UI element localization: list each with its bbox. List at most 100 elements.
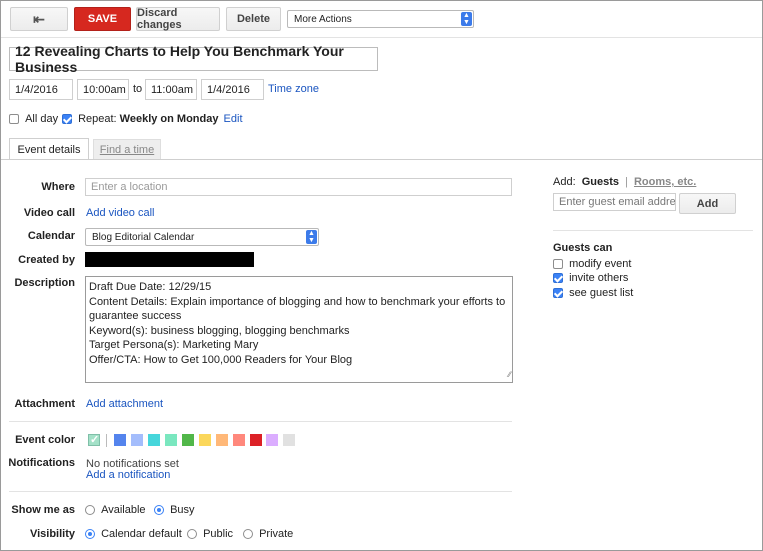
private-radio[interactable] <box>243 529 253 540</box>
select-arrow-icon: ▲ ▼ <box>306 230 317 244</box>
start-date-input[interactable]: 1/4/2016 <box>9 79 73 100</box>
to-label: to <box>133 83 143 95</box>
calendar-select[interactable]: Blog Editorial Calendar ▲ ▼ <box>85 228 319 246</box>
all-day-label: All day <box>25 113 59 125</box>
calendar-label: Calendar <box>27 230 75 242</box>
guests-tab[interactable]: Guests <box>582 176 619 188</box>
all-day-row: All day <box>9 113 58 125</box>
event-title-input[interactable]: 12 Revealing Charts to Help You Benchmar… <box>9 43 378 75</box>
description-textarea[interactable]: Draft Due Date: 12/29/15 Content Details… <box>85 276 513 383</box>
where-placeholder: Enter a location <box>91 181 168 193</box>
see-guest-list-label: see guest list <box>569 287 634 299</box>
private-label: Private <box>259 528 294 540</box>
resize-grip-icon[interactable]: ∕∕ <box>508 368 511 383</box>
video-call-label: Video call <box>23 207 75 219</box>
color-swatch[interactable] <box>250 434 262 446</box>
invite-others-checkbox[interactable] <box>553 273 563 284</box>
calendar-default-option[interactable]: Calendar default <box>85 528 182 540</box>
calendar-default-label: Calendar default <box>101 528 182 540</box>
color-swatch[interactable] <box>233 434 245 446</box>
color-swatch[interactable] <box>283 434 295 446</box>
end-time-input[interactable]: 11:00am <box>145 79 197 100</box>
tabs-divider <box>1 159 762 160</box>
color-swatch[interactable] <box>131 434 143 446</box>
description-line: Keyword(s): business blogging, blogging … <box>89 324 350 337</box>
description-line: Offer/CTA: How to Get 100,000 Readers fo… <box>89 353 353 366</box>
available-radio[interactable] <box>85 505 95 516</box>
color-swatch[interactable] <box>165 434 177 446</box>
public-radio[interactable] <box>187 529 197 540</box>
available-option[interactable]: Available <box>85 504 146 516</box>
modify-event-row: modify event <box>553 258 631 270</box>
back-button[interactable]: ⇤ <box>10 7 68 31</box>
repeat-value: Weekly on Monday <box>119 113 219 125</box>
repeat-checkbox[interactable] <box>62 114 72 125</box>
end-date-input[interactable]: 1/4/2016 <box>201 79 264 100</box>
repeat-label: Repeat: <box>78 113 117 125</box>
color-swatch[interactable] <box>114 434 126 446</box>
busy-radio[interactable] <box>154 505 164 516</box>
check-icon: ✓ <box>90 434 100 446</box>
invite-others-row: invite others <box>553 272 628 284</box>
created-by-label: Created by <box>18 254 75 266</box>
rooms-tab[interactable]: Rooms, etc. <box>634 176 696 188</box>
color-swatch[interactable] <box>266 434 278 446</box>
description-line: Target Persona(s): Marketing Mary <box>89 339 259 351</box>
color-swatch[interactable] <box>182 434 194 446</box>
toolbar-divider <box>1 37 762 38</box>
tab-find-a-time[interactable]: Find a time <box>93 139 161 160</box>
attachment-label: Attachment <box>14 398 75 410</box>
time-zone-link[interactable]: Time zone <box>268 83 319 95</box>
selected-color-swatch[interactable]: ✓ <box>88 434 100 446</box>
show-me-as-label: Show me as <box>11 504 75 516</box>
add-label: Add: <box>553 176 576 188</box>
public-label: Public <box>203 528 234 540</box>
redacted-creator <box>85 252 254 267</box>
guest-email-placeholder: Enter guest email address <box>559 196 676 208</box>
where-label: Where <box>41 181 75 193</box>
guests-header: Add: Guests | Rooms, etc. <box>553 176 696 188</box>
divider <box>553 230 753 231</box>
where-input[interactable]: Enter a location <box>85 178 512 196</box>
modify-event-checkbox[interactable] <box>553 259 563 270</box>
tab-separator: | <box>625 176 628 188</box>
description-line: Draft Due Date: 12/29/15 <box>89 281 212 293</box>
more-actions-select[interactable]: More Actions ▲ ▼ <box>287 10 474 28</box>
description-line: Content Details: Explain importance of b… <box>89 295 506 308</box>
see-guest-list-row: see guest list <box>553 287 633 299</box>
calendar-value: Blog Editorial Calendar <box>92 231 195 243</box>
back-arrow-icon: ⇤ <box>33 10 45 27</box>
add-notification-link[interactable]: Add a notification <box>86 469 170 481</box>
color-swatch[interactable] <box>148 434 160 446</box>
see-guest-list-checkbox[interactable] <box>553 288 563 299</box>
description-label: Description <box>14 277 75 289</box>
busy-option[interactable]: Busy <box>154 504 195 516</box>
tab-event-details-label: Event details <box>17 143 81 156</box>
guests-can-heading: Guests can <box>553 242 613 254</box>
description-line: guarantee success <box>89 310 182 322</box>
save-button[interactable]: SAVE <box>74 7 131 31</box>
add-attachment-link[interactable]: Add attachment <box>86 398 163 410</box>
tab-event-details[interactable]: Event details <box>9 138 89 160</box>
calendar-default-radio[interactable] <box>85 529 95 540</box>
repeat-row: Repeat: Weekly on Monday Edit <box>62 113 243 125</box>
discard-changes-button[interactable]: Discard changes <box>136 7 220 31</box>
repeat-edit-link[interactable]: Edit <box>224 113 243 125</box>
modify-event-label: modify event <box>569 258 632 270</box>
add-video-call-link[interactable]: Add video call <box>86 207 155 219</box>
public-option[interactable]: Public <box>187 528 233 540</box>
color-swatch[interactable] <box>216 434 228 446</box>
guest-email-input[interactable]: Enter guest email address <box>553 193 676 211</box>
delete-button[interactable]: Delete <box>226 7 281 31</box>
add-guest-button[interactable]: Add <box>679 193 736 214</box>
private-option[interactable]: Private <box>243 528 293 540</box>
all-day-checkbox[interactable] <box>9 114 19 125</box>
swatch-separator <box>106 434 107 447</box>
color-swatch[interactable] <box>199 434 211 446</box>
event-color-label: Event color <box>15 434 75 446</box>
tab-find-a-time-label: Find a time <box>99 144 155 156</box>
select-arrow-icon: ▲ ▼ <box>461 12 472 26</box>
start-time-input[interactable]: 10:00am <box>77 79 129 100</box>
visibility-label: Visibility <box>29 528 75 540</box>
divider <box>9 491 512 492</box>
